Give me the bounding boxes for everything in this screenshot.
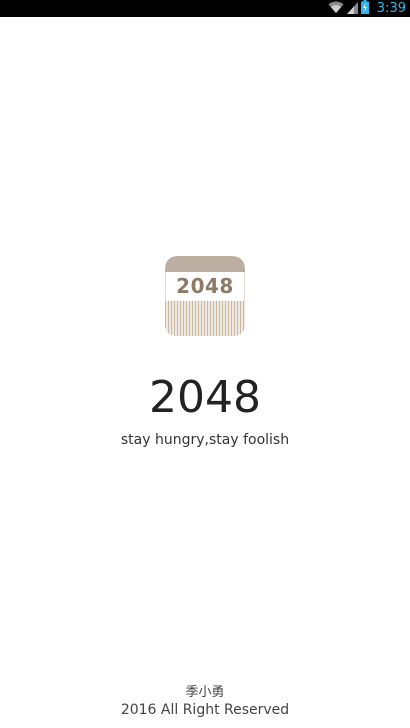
app-title: 2048 — [149, 372, 261, 423]
copyright-text: 2016 All Right Reserved — [120, 702, 290, 718]
battery-charging-icon — [360, 0, 369, 18]
status-bar: 3:39 — [0, 0, 410, 17]
author-name: 季小勇 — [185, 685, 225, 700]
app-logo: 2048 — [165, 256, 245, 336]
wifi-icon — [328, 0, 344, 18]
logo-text: 2048 — [176, 274, 234, 298]
splash-screen: 3:39 2048 2048 stay hungry,stay foolish … — [0, 0, 410, 728]
status-time: 3:39 — [376, 1, 406, 16]
slogan-text: stay hungry,stay foolish — [120, 432, 290, 448]
signal-icon — [346, 0, 358, 18]
status-icons: 3:39 — [328, 0, 406, 17]
